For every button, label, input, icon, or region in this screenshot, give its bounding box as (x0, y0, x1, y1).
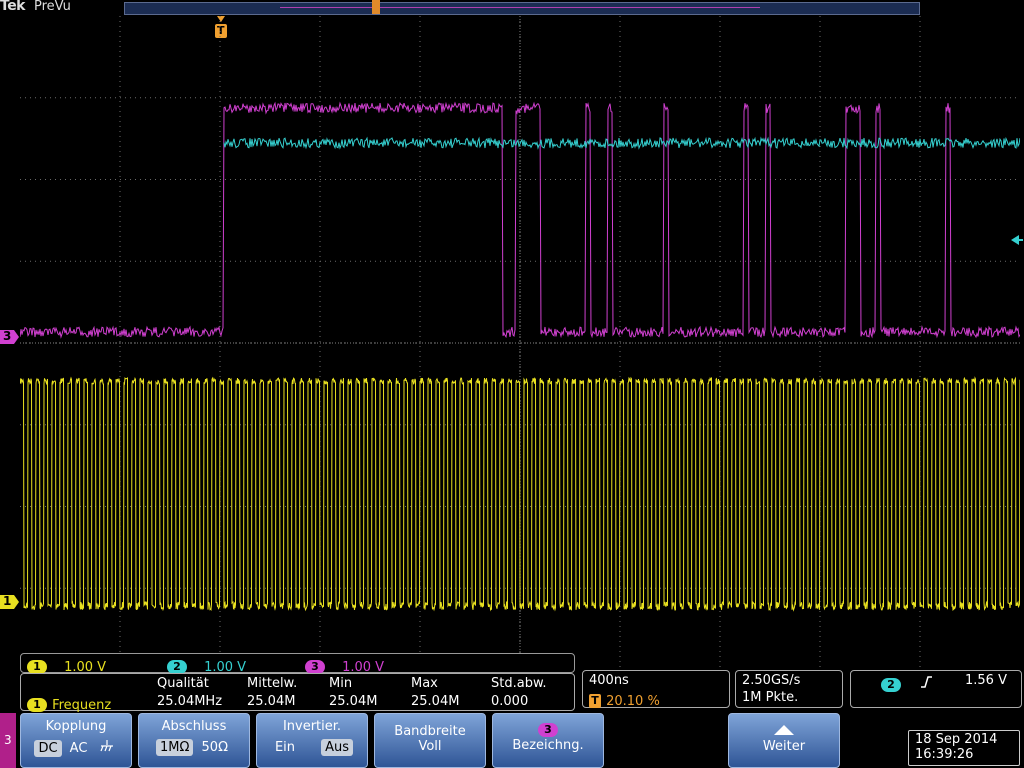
invertier-button[interactable]: Invertier. Ein Aus (256, 713, 368, 768)
kopplung-dc[interactable]: DC (34, 740, 62, 757)
weiter-label: Weiter (762, 739, 806, 754)
date: 18 Sep 2014 (915, 732, 998, 747)
kopplung-ac[interactable]: AC (66, 740, 92, 757)
channel-1-marker-label: 1 (3, 594, 12, 608)
meas-source: 1 Frequenz (27, 694, 111, 713)
meas-value-mittelw: 25.04M (247, 694, 296, 709)
trigger-level-arrow-icon[interactable] (1009, 232, 1023, 246)
bandbreite-button[interactable]: Bandbreite Voll (374, 713, 486, 768)
meas-value-qualitaet: 25.04MHz (157, 694, 223, 709)
trigger-panel[interactable]: 2 1.56 V (850, 670, 1022, 708)
chevron-up-icon (729, 724, 839, 739)
record-length: 1M Pkte. (742, 690, 799, 705)
timebase-panel[interactable]: 400ns T 20.10 % (582, 670, 730, 709)
kopplung-button[interactable]: Kopplung DC AC (20, 713, 132, 768)
waveform-display[interactable] (20, 16, 1020, 670)
abschluss-label: Abschluss (161, 719, 227, 734)
ch3-badge: 3 (305, 659, 325, 674)
abschluss-button[interactable]: Abschluss 1MΩ 50Ω (138, 713, 250, 768)
menu-channel-tab[interactable]: 3 (0, 713, 16, 768)
meas-header-qualitaet: Qualität (157, 676, 209, 691)
meas-name: Frequenz (52, 698, 112, 713)
channel-1-waveform (20, 376, 1020, 612)
meas-header-stdabw: Std.abw. (491, 676, 547, 691)
meas-value-max: 25.04M (411, 694, 460, 709)
record-window-line (280, 7, 760, 8)
acquisition-mode: PreVu (34, 0, 71, 14)
ch2-badge: 2 (167, 659, 187, 674)
meas-value-min: 25.04M (329, 694, 378, 709)
brand-logo: Tek (0, 0, 26, 14)
abschluss-1mohm[interactable]: 1MΩ (155, 739, 194, 756)
trigger-source-badge: 2 (881, 677, 901, 692)
menu-channel-number: 3 (4, 733, 12, 747)
invertier-label: Invertier. (282, 719, 342, 734)
datetime-display: 18 Sep 2014 16:39:26 (908, 730, 1020, 766)
meas-source-badge: 1 (27, 697, 47, 712)
channel-2-waveform (223, 136, 1020, 150)
timebase-scale: 400ns (589, 673, 629, 688)
bezeichnung-badge: 3 (538, 722, 558, 737)
invertier-ein[interactable]: Ein (271, 739, 299, 756)
meas-header-min: Min (329, 676, 353, 691)
time: 16:39:26 (915, 747, 974, 762)
trigger-level: 1.56 V (965, 673, 1007, 688)
channel-scale-bar: 1 1.00 V 2 1.00 V 3 1.00 V (20, 653, 575, 675)
trig-pos-icon: T (589, 693, 601, 708)
top-bar: Tek PreVu (0, 0, 1024, 16)
channel-3-marker-label: 3 (3, 329, 12, 343)
trigger-source: 2 (881, 674, 901, 693)
channel-3-ground-marker[interactable]: 3 (0, 328, 20, 346)
ground-icon[interactable] (96, 739, 118, 757)
measurement-panel[interactable]: Qualität Mittelw. Min Max Std.abw. 1 Fre… (20, 673, 575, 713)
trigger-position-handle[interactable] (372, 0, 380, 14)
abschluss-50ohm[interactable]: 50Ω (198, 739, 232, 756)
sample-rate: 2.50GS/s (742, 673, 801, 688)
record-view-bar (124, 2, 920, 15)
bezeichnung-button[interactable]: 3 Bezeichng. (492, 713, 604, 768)
meas-header-max: Max (411, 676, 438, 691)
invertier-aus[interactable]: Aus (321, 739, 354, 756)
weiter-button[interactable]: Weiter (728, 713, 840, 768)
ch1-badge: 1 (27, 659, 47, 674)
trigger-position-readout: T 20.10 % (589, 690, 660, 709)
bandbreite-value: Voll (418, 739, 442, 754)
bezeichnung-label: Bezeichng. (512, 738, 584, 753)
rising-edge-icon (919, 674, 933, 693)
meas-header-mittelw: Mittelw. (247, 676, 298, 691)
meas-value-stdabw: 0.000 (491, 694, 529, 709)
acquisition-panel[interactable]: 2.50GS/s 1M Pkte. (735, 670, 843, 708)
channel-1-ground-marker[interactable]: 1 (0, 593, 20, 611)
trig-pos-value: 20.10 % (606, 694, 660, 709)
kopplung-label: Kopplung (45, 719, 107, 734)
bandbreite-label: Bandbreite (394, 724, 466, 739)
